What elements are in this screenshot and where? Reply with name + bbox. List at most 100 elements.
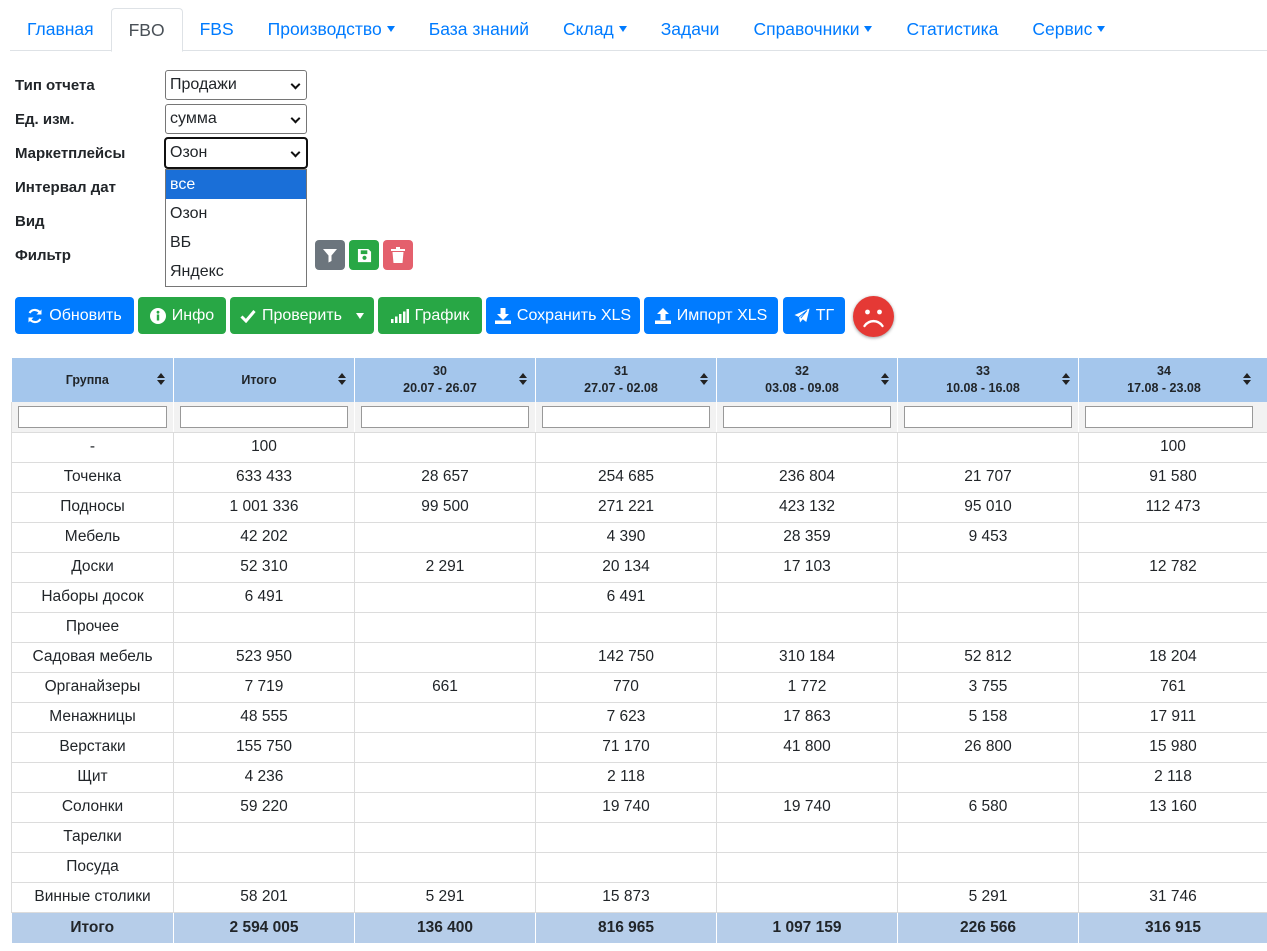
column-header-week-33[interactable]: 33 10.08 - 16.08 (897, 358, 1079, 402)
column-header-week-34[interactable]: 34 17.08 - 23.08 (1078, 358, 1267, 402)
telegram-label: ТГ (815, 306, 835, 324)
nav-item-home[interactable]: Главная (10, 8, 111, 51)
row-value-cell: 26 800 (897, 732, 1079, 763)
chart-button[interactable]: График (378, 297, 482, 334)
date-interval-label: Интервал дат (15, 179, 116, 196)
column-filter-input[interactable] (361, 405, 529, 428)
nav-item-service[interactable]: Сервис (1015, 8, 1122, 51)
row-value-cell: 236 804 (716, 462, 898, 493)
row-group-cell: Прочее (11, 612, 174, 643)
refresh-button[interactable]: Обновить (15, 297, 134, 334)
nav-item-tasks[interactable]: Задачи (644, 8, 737, 51)
info-label: Инфо (171, 306, 215, 324)
marketplaces-select[interactable]: Озон (164, 137, 308, 169)
column-filter-input[interactable] (1085, 405, 1253, 428)
import-xls-button[interactable]: Импорт XLS (644, 297, 778, 334)
table-row: Менажницы 48 555 7 623 17 863 5 158 17 911 (11, 702, 1267, 733)
week-range: 10.08 - 16.08 (946, 381, 1020, 395)
column-filter-input[interactable] (180, 405, 348, 428)
row-group-cell: Менажницы (11, 702, 174, 733)
row-value-cell: 28 657 (354, 462, 536, 493)
column-header-total[interactable]: Итого (173, 358, 355, 402)
row-value-cell: 5 158 (897, 702, 1079, 733)
row-value-cell: 770 (535, 672, 717, 703)
nav-item-fbo[interactable]: FBO (110, 8, 183, 52)
check-icon (240, 309, 256, 323)
chevron-down-icon (290, 113, 301, 124)
sort-icon (881, 373, 889, 390)
nav-item-knowledge-base[interactable]: База знаний (412, 8, 546, 51)
check-dropdown-button[interactable]: Проверить (230, 297, 374, 334)
delete-filter-button[interactable] (383, 240, 413, 270)
dropdown-option-vb[interactable]: ВБ (166, 228, 306, 257)
dropdown-option-yandex[interactable]: Яндекс (166, 257, 306, 286)
week-number: 31 (614, 364, 628, 378)
table-row: Наборы досок 6 491 6 491 (11, 582, 1267, 613)
column-header-group[interactable]: Группа (11, 358, 174, 402)
total-value-cell: 816 965 (535, 912, 717, 943)
funnel-icon (323, 249, 337, 263)
save-filter-button[interactable] (349, 240, 379, 270)
marketplaces-value: Озон (170, 144, 208, 161)
filter-cell (1078, 402, 1267, 433)
table-row: Прочее (11, 612, 1267, 643)
row-value-cell (716, 882, 898, 913)
row-value-cell (535, 852, 717, 883)
row-value-cell: 661 (354, 672, 536, 703)
sort-icon (157, 373, 165, 390)
row-value-cell: 19 740 (535, 792, 717, 823)
marketplaces-dropdown: все Озон ВБ Яндекс (165, 169, 307, 287)
caret-down-icon (618, 26, 627, 32)
row-value-cell: 761 (1078, 672, 1267, 703)
row-group-cell: Тарелки (11, 822, 174, 853)
row-value-cell (354, 792, 536, 823)
row-value-cell (354, 762, 536, 793)
dropdown-option-all[interactable]: все (166, 170, 306, 199)
row-value-cell (354, 852, 536, 883)
info-button[interactable]: Инфо (138, 297, 226, 334)
table-row: Доски 52 310 2 291 20 134 17 103 12 782 (11, 552, 1267, 583)
row-value-cell (354, 582, 536, 613)
row-value-cell (535, 822, 717, 853)
row-value-cell: 1 772 (716, 672, 898, 703)
nav-item-fbs[interactable]: FBS (183, 8, 251, 51)
apply-filter-button[interactable] (315, 240, 345, 270)
chevron-down-icon (290, 79, 301, 90)
nav-item-warehouse[interactable]: Склад (546, 8, 644, 51)
row-value-cell (354, 702, 536, 733)
sort-icon (338, 373, 346, 390)
row-value-cell (173, 822, 355, 853)
row-value-cell: 112 473 (1078, 492, 1267, 523)
telegram-button[interactable]: ТГ (783, 297, 845, 334)
row-value-cell (897, 762, 1079, 793)
nav-item-references[interactable]: Справочники (736, 8, 889, 51)
column-filter-input[interactable] (723, 405, 891, 428)
report-type-select[interactable]: Продажи (165, 70, 307, 100)
row-value-cell: 18 204 (1078, 642, 1267, 673)
dropdown-option-ozon[interactable]: Озон (166, 199, 306, 228)
nav-item-statistics[interactable]: Статистика (889, 8, 1015, 51)
column-header-week-32[interactable]: 32 03.08 - 09.08 (716, 358, 898, 402)
unit-select[interactable]: сумма (165, 104, 307, 134)
column-header-week-30[interactable]: 30 20.07 - 26.07 (354, 358, 536, 402)
column-header-week-31[interactable]: 31 27.07 - 02.08 (535, 358, 717, 402)
row-group-cell: Наборы досок (11, 582, 174, 613)
row-group-cell: Винные столики (11, 882, 174, 913)
row-group-cell: - (11, 432, 174, 463)
caret-down-icon (386, 26, 395, 32)
column-filter-input[interactable] (18, 405, 167, 428)
column-filter-input[interactable] (904, 405, 1072, 428)
sort-icon (1243, 373, 1251, 390)
row-value-cell: 58 201 (173, 882, 355, 913)
row-value-cell (1078, 822, 1267, 853)
save-xls-button[interactable]: Сохранить XLS (486, 297, 640, 334)
column-filter-input[interactable] (542, 405, 710, 428)
row-value-cell (716, 762, 898, 793)
week-range: 27.07 - 02.08 (584, 381, 658, 395)
nav-item-production[interactable]: Производство (251, 8, 412, 51)
save-xls-label: Сохранить XLS (516, 306, 632, 324)
row-value-cell (354, 612, 536, 643)
row-value-cell: 42 202 (173, 522, 355, 553)
row-value-cell: 17 103 (716, 552, 898, 583)
filter-cell (173, 402, 355, 433)
